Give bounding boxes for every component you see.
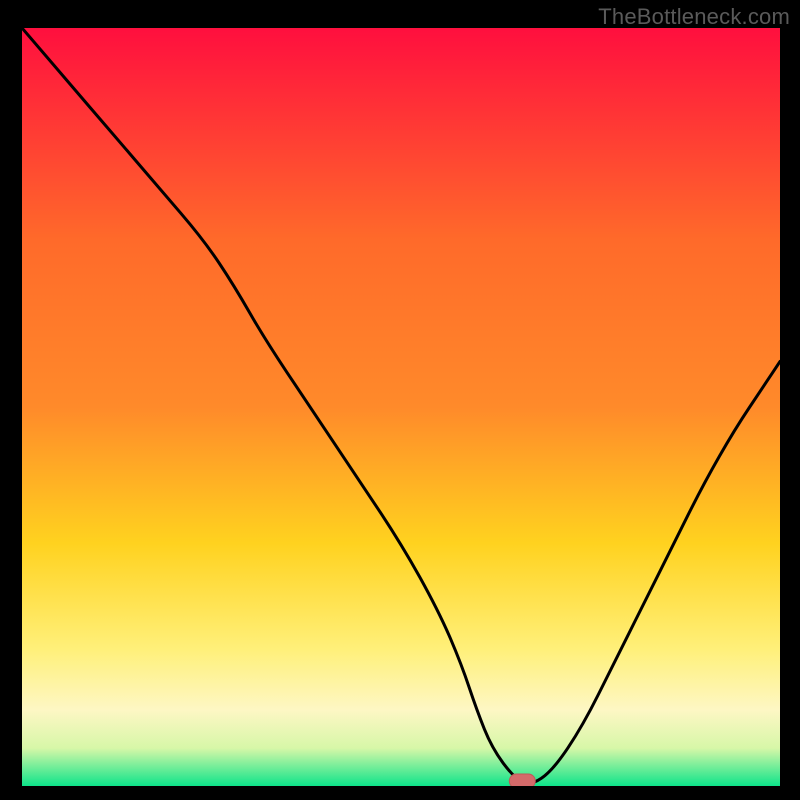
watermark-text: TheBottleneck.com xyxy=(598,4,790,30)
chart-frame: TheBottleneck.com xyxy=(0,0,800,800)
bottleneck-chart xyxy=(22,28,780,786)
optimal-marker xyxy=(509,774,535,786)
gradient-background xyxy=(22,28,780,786)
plot-area xyxy=(22,28,780,786)
